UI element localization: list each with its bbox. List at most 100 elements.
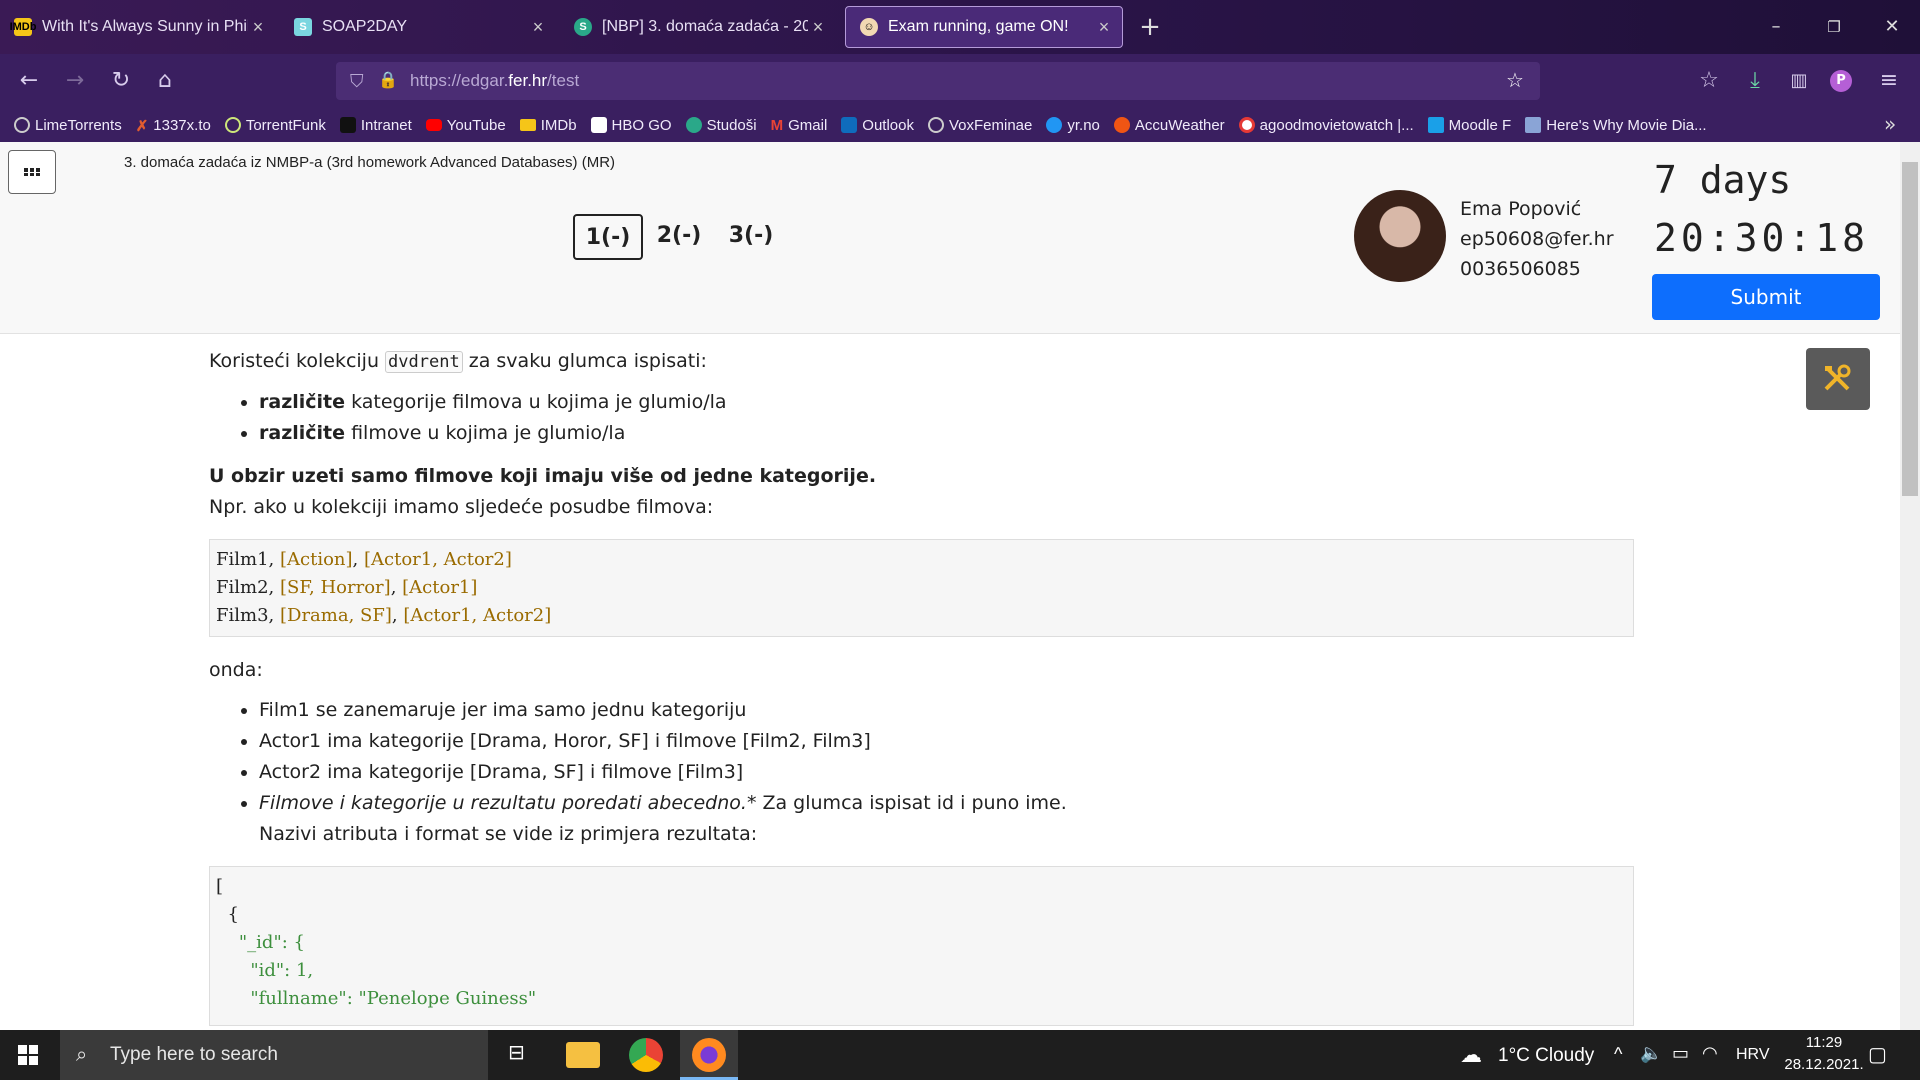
- bookmark-hbogo[interactable]: HBO GO: [590, 117, 672, 134]
- list-item: Film1 se zanemaruje jer ima samo jednu k…: [259, 695, 1634, 726]
- volume-icon[interactable]: 🔈: [1640, 1043, 1662, 1064]
- tab-nbp[interactable]: S [NBP] 3. domaća zadaća - 2021 ×: [560, 6, 836, 48]
- tab-imdb[interactable]: IMDb With It's Always Sunny in Philad ×: [0, 6, 276, 48]
- studosi-icon: S: [574, 18, 592, 36]
- bookmark-outlook[interactable]: Outlook: [841, 117, 914, 134]
- bookmark-studosi[interactable]: Studoši: [685, 117, 757, 134]
- weather-text[interactable]: 1°C Cloudy: [1498, 1045, 1594, 1067]
- window-close-icon[interactable]: ✕: [1872, 10, 1912, 44]
- tab-soap2day[interactable]: S SOAP2DAY ×: [280, 6, 556, 48]
- close-icon[interactable]: ×: [528, 17, 548, 38]
- bookmark-label: Outlook: [862, 116, 914, 134]
- film-actors: [Actor1]: [402, 577, 478, 598]
- question-3-button[interactable]: 3(-): [726, 214, 776, 260]
- firefox-taskbar-item[interactable]: [680, 1030, 738, 1080]
- film-actors: [Actor1, Actor2]: [403, 605, 552, 626]
- bookmark-yrno[interactable]: yr.no: [1046, 117, 1100, 134]
- grid-menu-button[interactable]: [8, 150, 56, 194]
- bookmark-1337x[interactable]: ✗ 1337x.to: [135, 117, 211, 136]
- edgar-icon: ☺: [860, 18, 878, 36]
- bookmark-youtube[interactable]: YouTube: [425, 116, 506, 134]
- bookmark-moodle[interactable]: Moodle F: [1427, 117, 1511, 134]
- taskbar-search-input[interactable]: ⌕ Type here to search: [60, 1030, 488, 1080]
- download-icon[interactable]: ⤓: [1740, 66, 1770, 96]
- bookmark-label: Gmail: [788, 116, 828, 134]
- tab-exam[interactable]: ☺ Exam running, game ON! ×: [845, 6, 1123, 48]
- soap2day-icon: S: [294, 18, 312, 36]
- bookmark-imdb[interactable]: IMDb: [519, 117, 577, 134]
- notification-icon[interactable]: ▢: [1868, 1042, 1887, 1067]
- film-icon: [1525, 117, 1542, 133]
- bookmark-voxfeminae[interactable]: VoxFeminae: [927, 117, 1032, 134]
- torrentfunk-icon: [224, 117, 241, 133]
- submit-button[interactable]: Submit: [1652, 274, 1880, 320]
- exam-header: 3. domaća zadaća iz NMBP-a (3rd homework…: [0, 142, 1900, 334]
- note-text: U obzir uzeti samo filmove koji imaju vi…: [209, 465, 877, 487]
- forward-icon[interactable]: →: [60, 66, 90, 96]
- course-title: 3. domaća zadaća iz NMBP-a (3rd homework…: [124, 154, 616, 171]
- close-icon[interactable]: ×: [248, 17, 268, 38]
- bookmark-moviediagrams[interactable]: Here's Why Movie Dia...: [1525, 117, 1707, 134]
- intranet-icon: [339, 117, 356, 133]
- new-tab-icon[interactable]: +: [1130, 10, 1170, 44]
- wifi-icon[interactable]: ◠: [1702, 1043, 1718, 1064]
- pocket-icon[interactable]: ☆: [1694, 66, 1724, 96]
- accuweather-icon: [1113, 117, 1130, 133]
- question-2-button[interactable]: 2(-): [654, 214, 704, 260]
- list-item: Actor1 ima kategorije [Drama, Horor, SF]…: [259, 726, 1634, 757]
- scrollbar-thumb[interactable]: [1902, 162, 1918, 496]
- bookmark-torrentfunk[interactable]: TorrentFunk: [224, 117, 326, 134]
- close-icon[interactable]: ×: [1094, 17, 1114, 38]
- chevron-right-icon[interactable]: »: [1884, 112, 1896, 136]
- back-icon[interactable]: ←: [14, 66, 44, 96]
- json-line: "fullname": "Penelope Guiness": [216, 988, 537, 1009]
- then-text: onda:: [209, 659, 263, 681]
- clock-date[interactable]: 28.12.2021.: [1776, 1056, 1872, 1073]
- bookmark-limetorrents[interactable]: LimeTorrents: [14, 117, 122, 134]
- chrome-icon[interactable]: [629, 1038, 663, 1072]
- bookmark-label: AccuWeather: [1134, 116, 1225, 134]
- bookmark-intranet[interactable]: Intranet: [339, 116, 412, 134]
- list-item: različite kategorije filmova u kojima je…: [259, 387, 1634, 418]
- url-path: /test: [547, 71, 580, 90]
- restore-icon[interactable]: ❐: [1814, 10, 1854, 44]
- navigation-bar: ← → ↻ ⌂ ⛉ 🔒 https://edgar.fer.hr/test ☆ …: [0, 54, 1920, 108]
- bookmark-accuweather[interactable]: AccuWeather: [1113, 116, 1225, 134]
- imdb-icon: IMDb: [10, 18, 36, 36]
- task-view-icon[interactable]: ⊟: [508, 1040, 536, 1068]
- film-categories: [Drama, SF]: [279, 605, 392, 626]
- url-bar[interactable]: ⛉ 🔒 https://edgar.fer.hr/test ☆: [336, 62, 1540, 100]
- bookmark-label: yr.no: [1067, 116, 1100, 134]
- menu-icon[interactable]: ≡: [1874, 66, 1904, 96]
- moodle-icon: [1427, 117, 1444, 133]
- tab-label: SOAP2DAY: [322, 18, 408, 35]
- question-1-button[interactable]: 1(-): [573, 214, 643, 260]
- films-example-block: Film1, [Action], [Actor1, Actor2] Film2,…: [209, 539, 1634, 637]
- profile-icon[interactable]: P: [1830, 70, 1852, 92]
- bookmark-gmail[interactable]: M Gmail: [771, 116, 828, 135]
- bookmark-agoodmovie[interactable]: agoodmovietowatch |...: [1238, 117, 1414, 134]
- reload-icon[interactable]: ↻: [106, 66, 136, 96]
- user-info: Ema Popović ep50608@fer.hr 0036506085: [1460, 194, 1614, 284]
- 1337x-icon: ✗: [135, 118, 149, 135]
- battery-icon[interactable]: ▭: [1672, 1043, 1689, 1064]
- bookmark-label: YouTube: [446, 116, 506, 134]
- language-indicator[interactable]: HRV: [1736, 1046, 1770, 1064]
- tab-label: Exam running, game ON!: [888, 18, 1069, 35]
- close-icon[interactable]: ×: [808, 17, 828, 38]
- sidebar-icon[interactable]: ▥: [1784, 66, 1814, 96]
- windows-start-icon[interactable]: [18, 1045, 38, 1065]
- italic-text: Filmove i kategorije u rezultatu poredat…: [259, 792, 747, 814]
- home-icon[interactable]: ⌂: [150, 66, 180, 96]
- tools-button[interactable]: [1806, 348, 1870, 410]
- example-intro: Npr. ako u kolekciji imamo sljedeće posu…: [209, 496, 714, 518]
- tab-strip: IMDb With It's Always Sunny in Philad × …: [0, 0, 1920, 54]
- bookmark-label: Intranet: [360, 116, 412, 134]
- json-line: [: [216, 876, 224, 897]
- star-icon[interactable]: ☆: [1506, 62, 1524, 100]
- file-explorer-icon[interactable]: [566, 1042, 600, 1068]
- chevron-up-icon[interactable]: ^: [1614, 1044, 1622, 1065]
- item-text: filmove u kojima je glumio/la: [351, 422, 626, 444]
- minimize-icon[interactable]: –: [1756, 10, 1796, 44]
- clock-time[interactable]: 11:29: [1794, 1034, 1854, 1051]
